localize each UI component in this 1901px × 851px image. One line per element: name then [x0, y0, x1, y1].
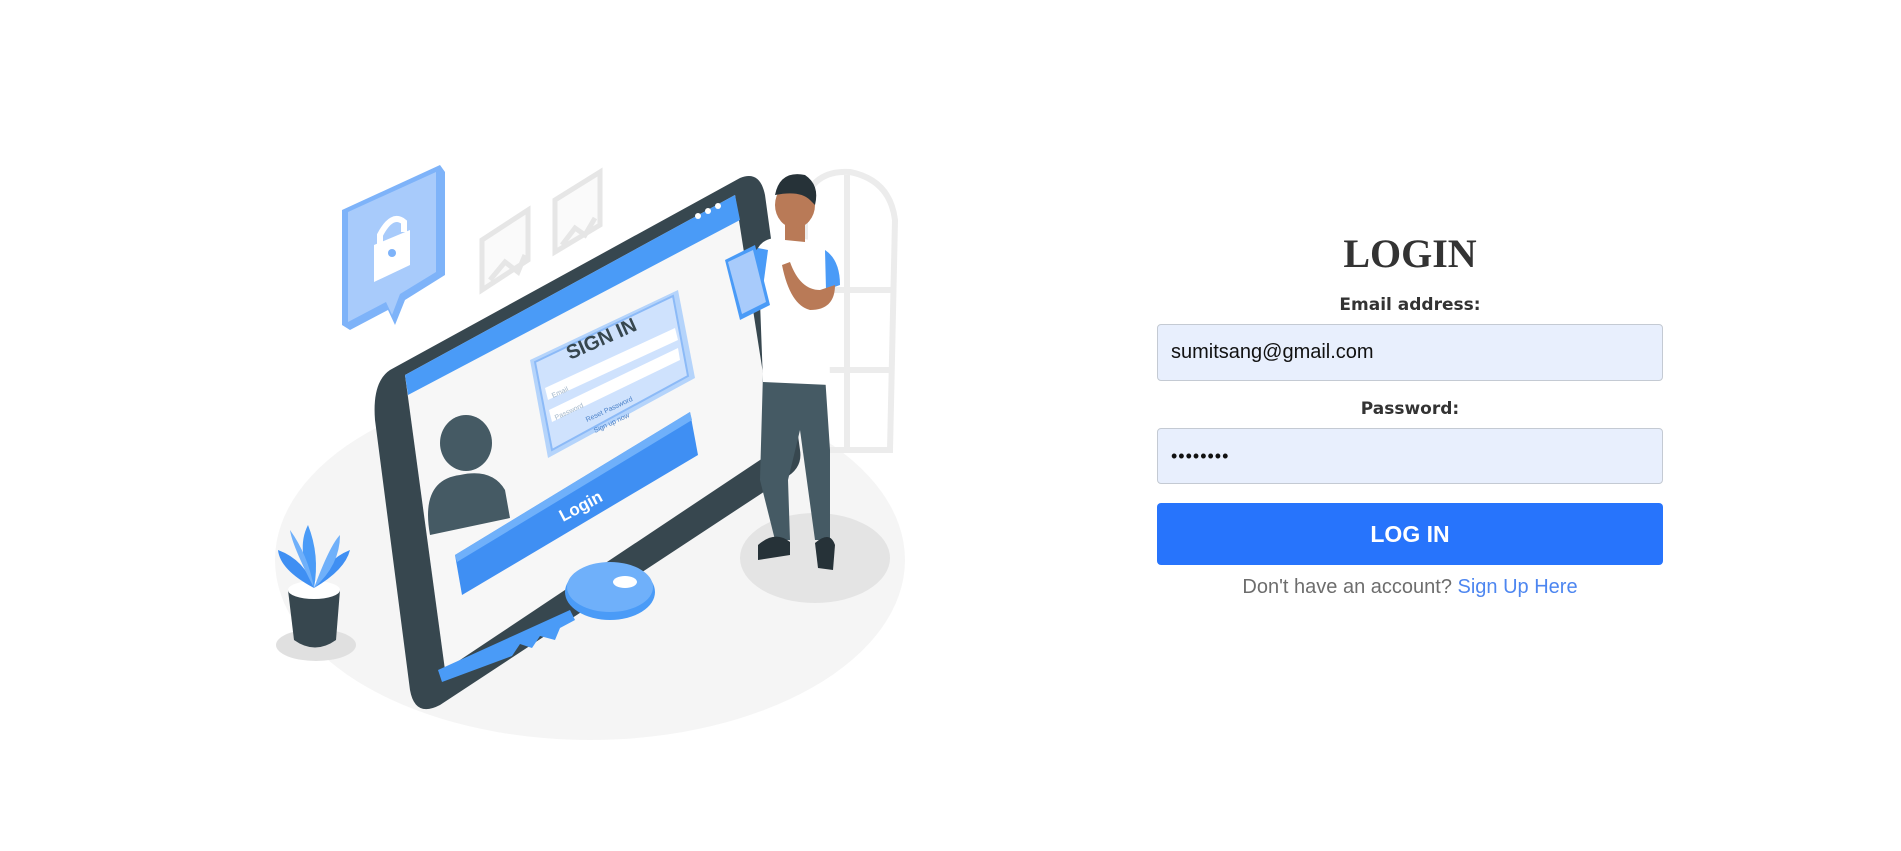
signup-prompt-line: Don't have an account? Sign Up Here — [1242, 576, 1577, 599]
page-title: LOGIN — [1343, 231, 1477, 276]
login-button[interactable]: LOG IN — [1157, 503, 1663, 565]
signup-link[interactable]: Sign Up Here — [1458, 576, 1578, 598]
password-field[interactable] — [1157, 428, 1663, 484]
login-illustration: SIGN IN Email Password Reset Password Si… — [275, 165, 905, 740]
email-field[interactable] — [1157, 324, 1663, 381]
login-form: LOGIN Email address: Password: LOG IN Do… — [1157, 225, 1663, 599]
lock-bubble-icon — [342, 165, 445, 330]
email-label: Email address: — [1339, 295, 1481, 315]
password-label: Password: — [1360, 399, 1460, 419]
tablet-dot-icon — [695, 213, 701, 219]
signup-prompt-text: Don't have an account? — [1242, 576, 1452, 598]
